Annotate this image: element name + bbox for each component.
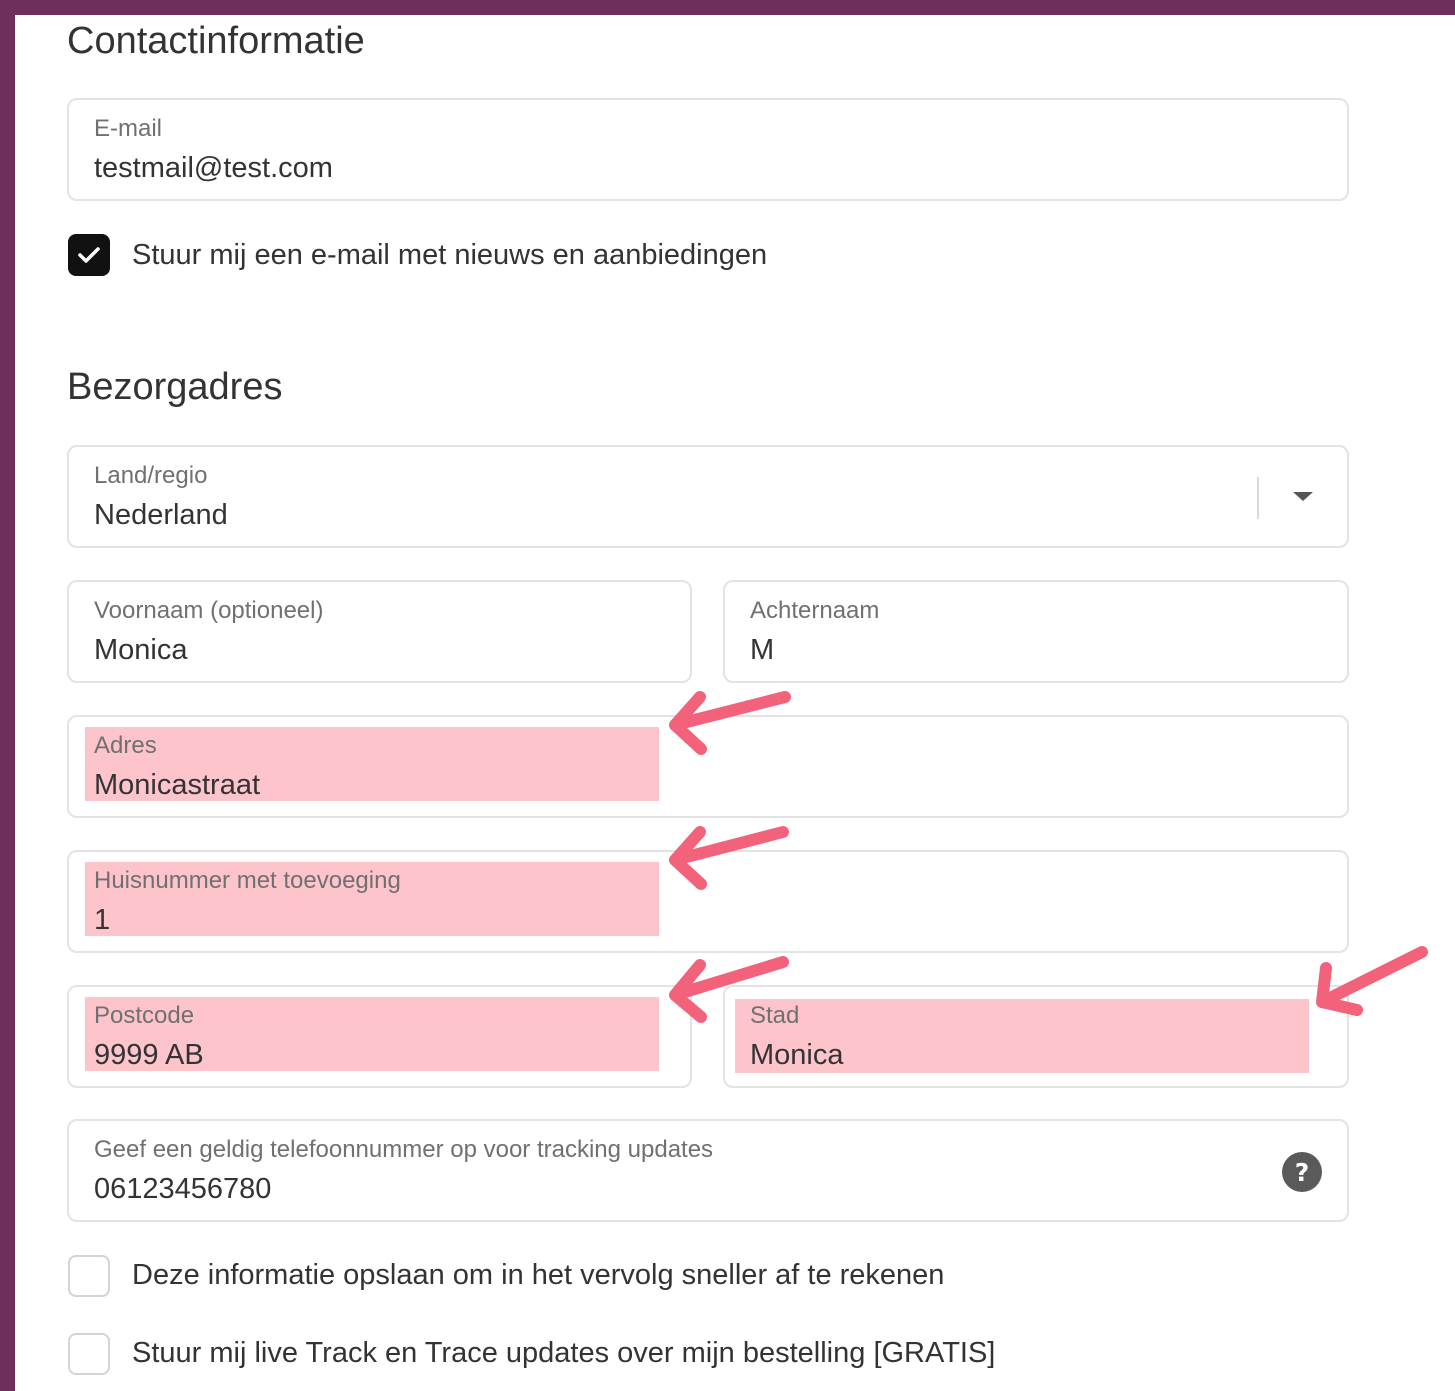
select-divider (1257, 477, 1259, 519)
address-label: Adres (94, 732, 157, 759)
country-label: Land/regio (94, 462, 208, 489)
address-value[interactable]: Monicastraat (94, 769, 260, 802)
last-name-field[interactable]: Achternaam M (723, 580, 1349, 683)
first-name-field[interactable]: Voornaam (optioneel) Monica (67, 580, 692, 683)
newsletter-label: Stuur mij een e-mail met nieuws en aanbi… (132, 239, 768, 271)
phone-value[interactable]: 06123456780 (94, 1173, 271, 1206)
email-label: E-mail (94, 115, 163, 142)
track-trace-checkbox[interactable] (68, 1333, 110, 1375)
email-field[interactable]: E-mail testmail@test.com (67, 98, 1349, 201)
save-info-label: Deze informatie opslaan om in het vervol… (132, 1259, 945, 1291)
postcode-value[interactable]: 9999 AB (94, 1039, 204, 1072)
postcode-field[interactable]: Postcode 9999 AB (67, 985, 692, 1088)
arrow-icon (669, 691, 791, 755)
country-value: Nederland (94, 499, 228, 531)
last-name-value[interactable]: M (750, 634, 774, 667)
svg-text:?: ? (1295, 1158, 1310, 1187)
city-value[interactable]: Monica (750, 1039, 844, 1072)
country-select[interactable]: Land/regio Nederland (67, 445, 1349, 548)
city-field[interactable]: Stad Monica (723, 985, 1349, 1088)
checkmark-icon (78, 247, 100, 263)
postcode-label: Postcode (94, 1002, 195, 1029)
chevron-down-icon[interactable] (1291, 490, 1315, 504)
email-value[interactable]: testmail@test.com (94, 152, 333, 185)
question-circle-icon[interactable]: ? (1281, 1151, 1323, 1193)
arrow-icon (1316, 946, 1428, 1016)
first-name-value[interactable]: Monica (94, 634, 188, 667)
house-number-label: Huisnummer met toevoeging (94, 867, 401, 894)
checkout-panel: Contactinformatie E-mail testmail@test.c… (15, 15, 1455, 1391)
phone-label: Geef een geldig telefoonnummer op voor t… (94, 1136, 714, 1163)
house-number-value[interactable]: 1 (94, 904, 110, 937)
arrow-icon (669, 826, 789, 890)
arrow-icon (669, 956, 789, 1023)
phone-field[interactable]: Geef een geldig telefoonnummer op voor t… (67, 1119, 1349, 1222)
save-info-checkbox[interactable] (68, 1255, 110, 1297)
shipping-heading: Bezorgadres (67, 366, 283, 408)
last-name-label: Achternaam (750, 597, 880, 624)
track-trace-label: Stuur mij live Track en Trace updates ov… (132, 1337, 996, 1369)
newsletter-checkbox[interactable] (68, 234, 110, 276)
first-name-label: Voornaam (optioneel) (94, 597, 324, 624)
contact-heading: Contactinformatie (67, 20, 365, 62)
